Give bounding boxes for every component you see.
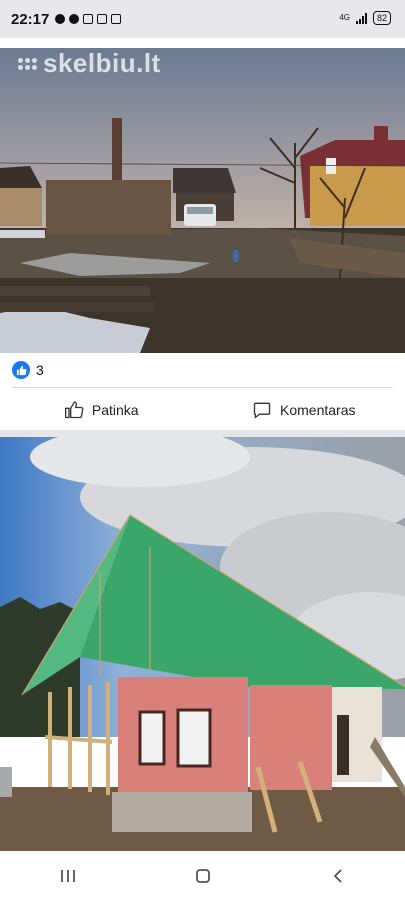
reaction-summary[interactable]: 3	[12, 360, 44, 380]
skelbiu-logo-icon	[18, 57, 37, 70]
post-photo-before[interactable]: skelbiu.lt	[0, 48, 405, 353]
photo-after-image	[0, 437, 405, 851]
skelbiu-watermark: skelbiu.lt	[18, 48, 161, 79]
recent-apps-button[interactable]	[48, 861, 88, 891]
battery-icon: 82	[372, 11, 391, 25]
lock-icon	[111, 14, 122, 24]
post-actions: Patinka Komentaras	[0, 390, 405, 430]
reaction-count: 3	[36, 362, 44, 378]
whatsapp-icon	[55, 14, 66, 24]
thumbs-up-icon	[64, 401, 84, 419]
app-notification-icon	[97, 14, 108, 24]
post-separator	[0, 430, 405, 437]
notification-icons	[55, 14, 122, 24]
status-right: 4G 82	[339, 11, 391, 25]
post-photo-after[interactable]	[0, 437, 405, 851]
nfc-icon	[83, 14, 94, 24]
like-reaction-icon	[12, 361, 30, 379]
status-bar: 22:17 4G 82	[0, 0, 405, 38]
like-label: Patinka	[91, 402, 139, 418]
like-button[interactable]: Patinka	[0, 390, 203, 430]
back-button[interactable]	[318, 861, 358, 891]
home-icon	[195, 868, 210, 883]
status-time: 22:17	[11, 10, 50, 28]
signal-icon	[355, 12, 367, 24]
actions-divider	[12, 387, 393, 388]
photo-before-image	[0, 48, 405, 353]
system-nav-bar	[0, 851, 405, 900]
recent-apps-icon	[60, 869, 75, 882]
alarm-icon	[69, 14, 80, 24]
comment-icon	[253, 402, 271, 419]
watermark-text: skelbiu.lt	[43, 48, 161, 78]
back-icon	[333, 868, 342, 883]
comment-label: Komentaras	[280, 402, 356, 418]
home-button[interactable]	[183, 861, 223, 891]
comment-button[interactable]: Komentaras	[203, 390, 405, 430]
network-type: 4G	[339, 13, 350, 22]
